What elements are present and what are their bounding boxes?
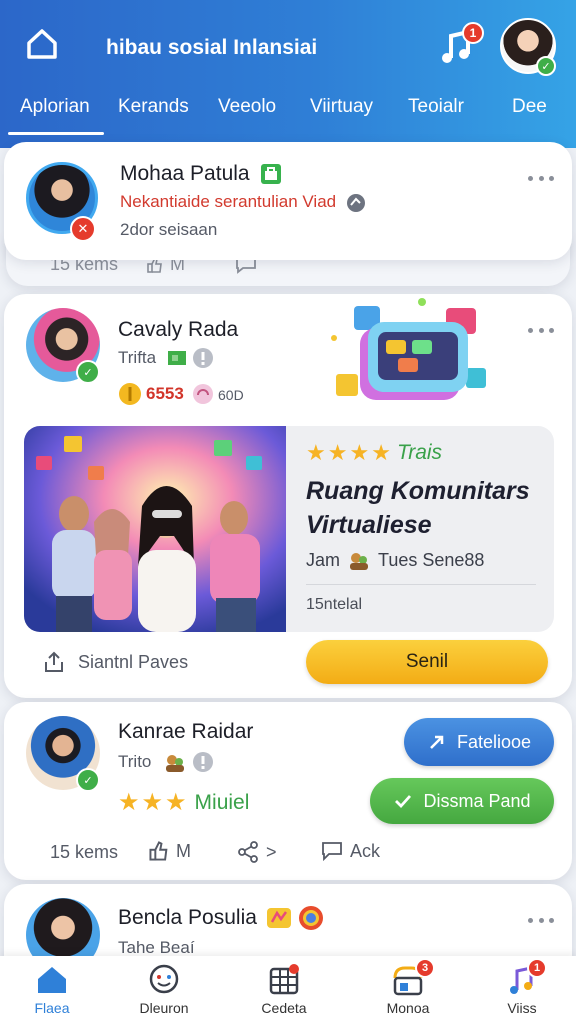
app-title: hibau sosial Inlansiai: [106, 36, 318, 59]
verified-badge: ✓: [76, 768, 100, 792]
post-card-1[interactable]: ✕ Mohaa Patula Nekantiaide serantulian V…: [4, 142, 572, 260]
nav-monoa[interactable]: 3 Monoa: [358, 958, 458, 1016]
share-nodes-icon: [238, 841, 258, 863]
game-console-illustration: [331, 298, 486, 400]
tab-aplorian[interactable]: Aplorian: [20, 96, 90, 118]
post-timestamp: 2dor seisaan: [120, 220, 218, 239]
nav-home[interactable]: Flaea: [2, 964, 102, 1016]
author-name[interactable]: Mohaa Patula: [120, 162, 250, 186]
nav-data[interactable]: Cedeta: [234, 964, 334, 1016]
flag-icon: [168, 351, 186, 365]
music-badge: 1: [462, 22, 484, 44]
tab-veeolo[interactable]: Veeolo: [218, 96, 276, 118]
verified-badge: ✓: [76, 360, 100, 384]
author-subtitle: Trifta: [118, 348, 157, 367]
tab-teoialr[interactable]: Teoialr: [408, 96, 464, 118]
nav-viiss[interactable]: 1 Viiss: [472, 958, 572, 1016]
bottom-navigation: Flaea Dleuron Cedeta 3 Monoa 1 Viiss: [0, 956, 576, 1024]
comment-stat[interactable]: Ack: [320, 840, 380, 862]
author-name[interactable]: Kanrae Raidar: [118, 720, 253, 744]
top-header: hibau sosial Inlansiai 1 ✓ Aplorian Kera…: [0, 0, 576, 148]
nav-badge: 1: [527, 958, 547, 978]
post-card-2[interactable]: ✓ Cavaly Rada Trifta 6553 60D ★ ★ ★ ★ Tr…: [4, 294, 572, 698]
store-icon: 3: [391, 958, 435, 996]
coin-icon: [119, 383, 141, 405]
arrow-up-right-icon: [430, 735, 444, 749]
music-button[interactable]: 1: [440, 22, 484, 66]
music-note-icon: 1: [505, 958, 547, 996]
share-stat[interactable]: >: [236, 840, 277, 864]
star-icon: ★: [371, 440, 391, 465]
promo-rating: ★ ★ ★ ★ Trais: [306, 440, 443, 465]
follow-button[interactable]: Fateliooe: [404, 718, 554, 766]
views-stat: 15 kems: [50, 842, 119, 862]
more-options-button[interactable]: [528, 324, 554, 336]
promo-footer: 15ntelal: [306, 596, 363, 613]
smiley-bubble-icon: [147, 964, 181, 996]
browser-icon: [299, 906, 323, 930]
star-icon: ★: [349, 440, 370, 465]
tab-kerands[interactable]: Kerands: [118, 96, 189, 118]
tab-dee[interactable]: Dee: [512, 96, 547, 118]
star-icon: ★: [306, 440, 326, 465]
home-icon: [35, 964, 69, 996]
rating: ★ ★ ★ Miuiel: [118, 789, 250, 816]
post-card-3[interactable]: ✓ Kanrae Raidar Trito ★ ★ ★ Miuiel Fatel…: [4, 702, 572, 880]
score-value: 6553: [146, 384, 184, 403]
promo-meta: Jam Tues Sene88: [306, 550, 485, 570]
group-icon: [350, 552, 369, 570]
promo-divider: [306, 584, 536, 585]
star-icon: ★: [141, 789, 164, 816]
nav-discover[interactable]: Dleuron: [114, 964, 214, 1016]
home-icon: [27, 29, 57, 59]
nav-badge: 3: [415, 958, 435, 978]
more-options-button[interactable]: [528, 914, 554, 926]
active-tab-indicator: [8, 132, 104, 135]
author-subtitle: Trito: [118, 752, 152, 771]
author-subtitle: Tahe Beaí: [118, 938, 195, 957]
group-icon: [166, 755, 184, 772]
share-button[interactable]: Siantnl Paves: [42, 650, 188, 674]
more-options-button[interactable]: [528, 172, 554, 184]
author-name[interactable]: Cavaly Rada: [118, 318, 238, 342]
promo-title: Ruang Komunitars Virtualiese: [306, 477, 530, 539]
score-tag: 60D: [218, 387, 244, 403]
shop-bag-icon: [261, 164, 281, 184]
award-icon: [267, 908, 291, 928]
dismiss-button[interactable]: Dissma Pand: [370, 778, 554, 824]
thumbs-up-icon: [149, 841, 168, 861]
community-photo: [24, 426, 286, 632]
share-icon: [45, 651, 63, 672]
primary-action-button[interactable]: Senil: [306, 640, 548, 684]
tab-bar: Aplorian Kerands Veeolo Viirtuay Teoialr…: [0, 92, 576, 132]
check-icon: [395, 795, 412, 809]
post-subtitle: Nekantiaide serantulian Viad: [120, 192, 337, 211]
info-icon: [193, 348, 213, 368]
swirl-icon: [193, 384, 213, 404]
home-button[interactable]: [24, 26, 60, 62]
like-stat[interactable]: M: [148, 840, 191, 862]
author-name[interactable]: Bencla Posulia: [118, 906, 257, 930]
star-icon: ★: [327, 440, 348, 465]
verified-badge: ✓: [536, 56, 556, 76]
community-promo-card[interactable]: ★ ★ ★ ★ Trais Ruang Komunitars Virtualie…: [24, 426, 554, 632]
grid-calendar-icon: [267, 964, 301, 996]
info-icon: [193, 752, 213, 772]
globe-icon: [347, 194, 365, 212]
tab-viirtuay[interactable]: Viirtuay: [310, 96, 373, 118]
star-icon: ★: [165, 789, 187, 816]
status-badge: ✕: [70, 216, 96, 242]
comment-icon: [322, 842, 342, 862]
star-icon: ★: [118, 789, 140, 816]
